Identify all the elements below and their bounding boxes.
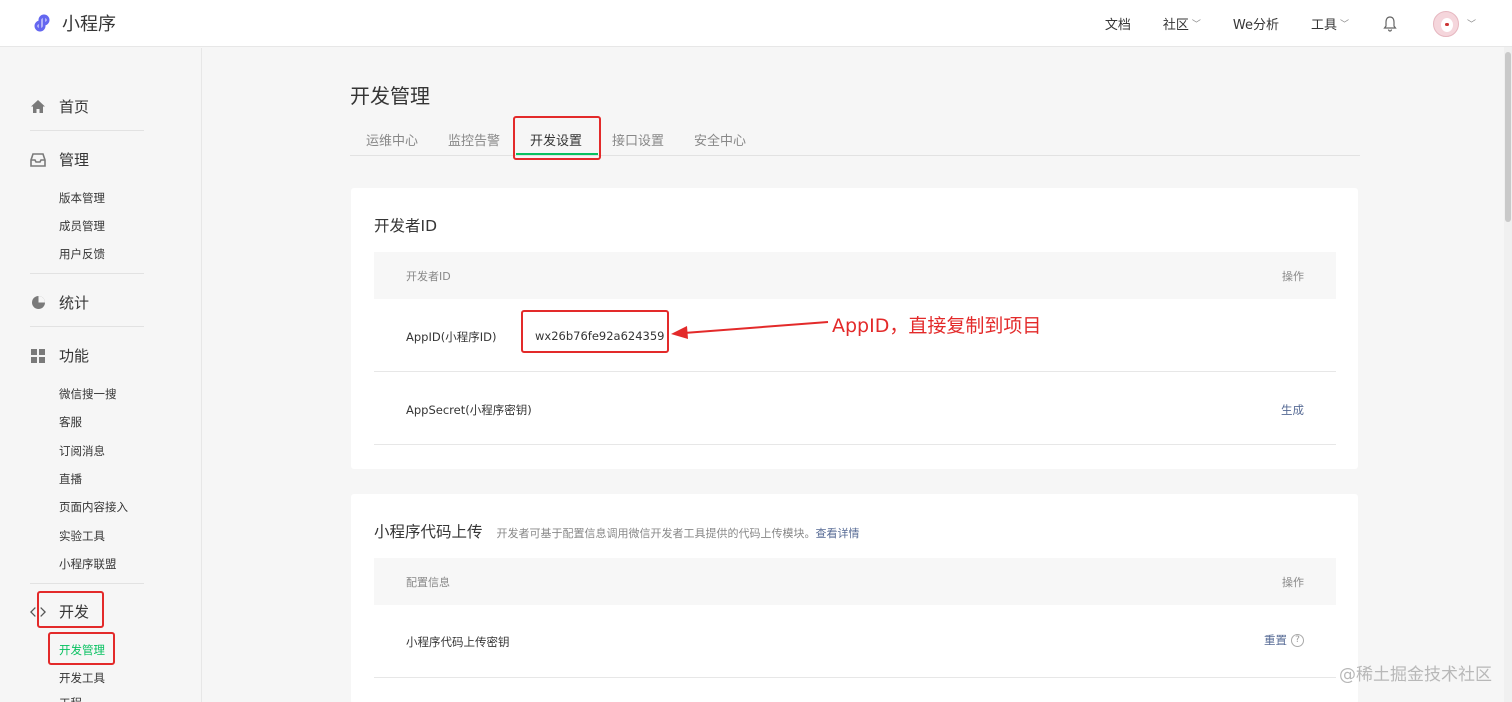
sidebar-item-stats[interactable]: 统计 (30, 292, 89, 313)
developer-id-title: 开发者ID (374, 217, 438, 235)
sidebar-item-alliance[interactable]: 小程序联盟 (59, 556, 117, 572)
page-title: 开发管理 (350, 84, 430, 108)
sidebar-features-label: 功能 (59, 347, 90, 365)
tab-ops-center[interactable]: 运维中心 (366, 130, 418, 149)
table-row-upload-key: 小程序代码上传密钥 重置? (374, 605, 1336, 678)
app-name: 小程序 (62, 14, 116, 35)
nav-docs[interactable]: 文档 (1105, 14, 1131, 33)
sidebar-item-experiment[interactable]: 实验工具 (59, 528, 105, 544)
code-upload-header: 小程序代码上传 开发者可基于配置信息调用微信开发者工具提供的代码上传模块。查看详… (374, 520, 860, 542)
chevron-down-icon: ﹀ (1466, 20, 1476, 30)
pie-chart-icon (30, 295, 46, 311)
sidebar-item-features[interactable]: 功能 (30, 345, 89, 366)
nav-tools[interactable]: 工具 ﹀ (1311, 14, 1349, 33)
sidebar-item-page-content[interactable]: 页面内容接入 (59, 499, 128, 515)
scrollbar-thumb[interactable] (1505, 52, 1511, 222)
top-bar: 小程序 文档 社区 ﹀ We分析 工具 ﹀ ﹀ (0, 0, 1512, 47)
sidebar-home-label: 首页 (59, 98, 90, 116)
home-icon (30, 99, 46, 115)
column-header-action: 操作 (1282, 576, 1304, 589)
watermark: @稀土掘金技术社区 (1339, 665, 1492, 685)
sidebar-item-more[interactable]: 工程... (59, 695, 93, 702)
bell-icon[interactable] (1383, 15, 1399, 32)
column-header-dev-id: 开发者ID (406, 270, 451, 283)
help-icon[interactable]: ? (1291, 633, 1304, 647)
divider (30, 583, 144, 584)
divider (30, 130, 144, 131)
appid-label: AppID(小程序ID) (406, 330, 497, 344)
sidebar-stats-label: 统计 (59, 294, 90, 312)
nav-tools-label: 工具 (1310, 18, 1337, 33)
sidebar-item-home[interactable]: 首页 (30, 96, 89, 117)
code-upload-card: 小程序代码上传 开发者可基于配置信息调用微信开发者工具提供的代码上传模块。查看详… (351, 494, 1358, 702)
nav-community-label: 社区 (1162, 18, 1189, 33)
divider (30, 273, 144, 274)
nav-community[interactable]: 社区 ﹀ (1163, 14, 1201, 33)
sidebar-item-customer-service[interactable]: 客服 (59, 414, 82, 430)
avatar (1432, 10, 1459, 37)
sidebar-manage-label: 管理 (59, 151, 90, 169)
grid-icon (30, 348, 46, 364)
code-upload-desc: 开发者可基于配置信息调用微信开发者工具提供的代码上传模块。查看详情 (497, 525, 860, 541)
chevron-down-icon: ﹀ (1191, 20, 1201, 30)
nav-docs-label: 文档 (1104, 18, 1131, 33)
mini-program-logo-icon (34, 14, 50, 32)
sidebar-item-subscribe-msg[interactable]: 订阅消息 (59, 443, 105, 459)
tab-monitor-alert[interactable]: 监控告警 (448, 130, 500, 149)
highlight-dev-manage (48, 632, 115, 665)
sidebar-item-wechat-search[interactable]: 微信搜一搜 (59, 386, 117, 402)
tab-api-settings[interactable]: 接口设置 (612, 130, 664, 149)
generate-secret-button[interactable]: 生成 (1281, 402, 1304, 418)
inbox-icon (30, 152, 46, 168)
highlight-appid-value (521, 310, 669, 353)
table-header: 配置信息 操作 (374, 558, 1336, 605)
annotation-text: AppID，直接复制到项目 (832, 315, 1042, 337)
highlight-dev-group (37, 591, 104, 628)
sidebar-item-feedback[interactable]: 用户反馈 (59, 246, 105, 262)
logo[interactable]: 小程序 (30, 10, 116, 36)
sidebar-item-dev-tools[interactable]: 开发工具 (59, 670, 105, 686)
column-header-action: 操作 (1282, 270, 1304, 283)
top-nav: 文档 社区 ﹀ We分析 工具 ﹀ ﹀ (1073, 0, 1476, 47)
nav-we-analysis-label: We分析 (1232, 18, 1279, 33)
tab-security-center[interactable]: 安全中心 (694, 130, 746, 149)
sidebar-item-version[interactable]: 版本管理 (59, 190, 105, 206)
appsecret-label: AppSecret(小程序密钥) (406, 403, 532, 417)
highlight-dev-settings-tab (513, 116, 601, 160)
sidebar-item-members[interactable]: 成员管理 (59, 218, 105, 234)
user-menu[interactable]: ﹀ (1432, 10, 1476, 37)
nav-we-analysis[interactable]: We分析 (1233, 14, 1279, 33)
tab-bar: 运维中心 监控告警 开发设置 接口设置 安全中心 (350, 118, 1360, 156)
code-upload-desc-text: 开发者可基于配置信息调用微信开发者工具提供的代码上传模块。 (496, 527, 816, 540)
chevron-down-icon: ﹀ (1339, 20, 1349, 30)
reset-key-button[interactable]: 重置? (1264, 632, 1304, 648)
upload-key-label: 小程序代码上传密钥 (406, 635, 510, 649)
view-details-link[interactable]: 查看详情 (816, 527, 860, 540)
scrollbar[interactable] (1504, 47, 1512, 702)
column-header-config: 配置信息 (406, 576, 450, 589)
code-upload-title: 小程序代码上传 (374, 523, 483, 541)
sidebar-item-manage[interactable]: 管理 (30, 149, 89, 170)
divider (30, 326, 144, 327)
table-row-appsecret: AppSecret(小程序密钥) 生成 (374, 372, 1336, 445)
sidebar-item-live[interactable]: 直播 (59, 471, 82, 487)
table-header: 开发者ID 操作 (374, 252, 1336, 299)
reset-key-label: 重置 (1264, 633, 1287, 647)
